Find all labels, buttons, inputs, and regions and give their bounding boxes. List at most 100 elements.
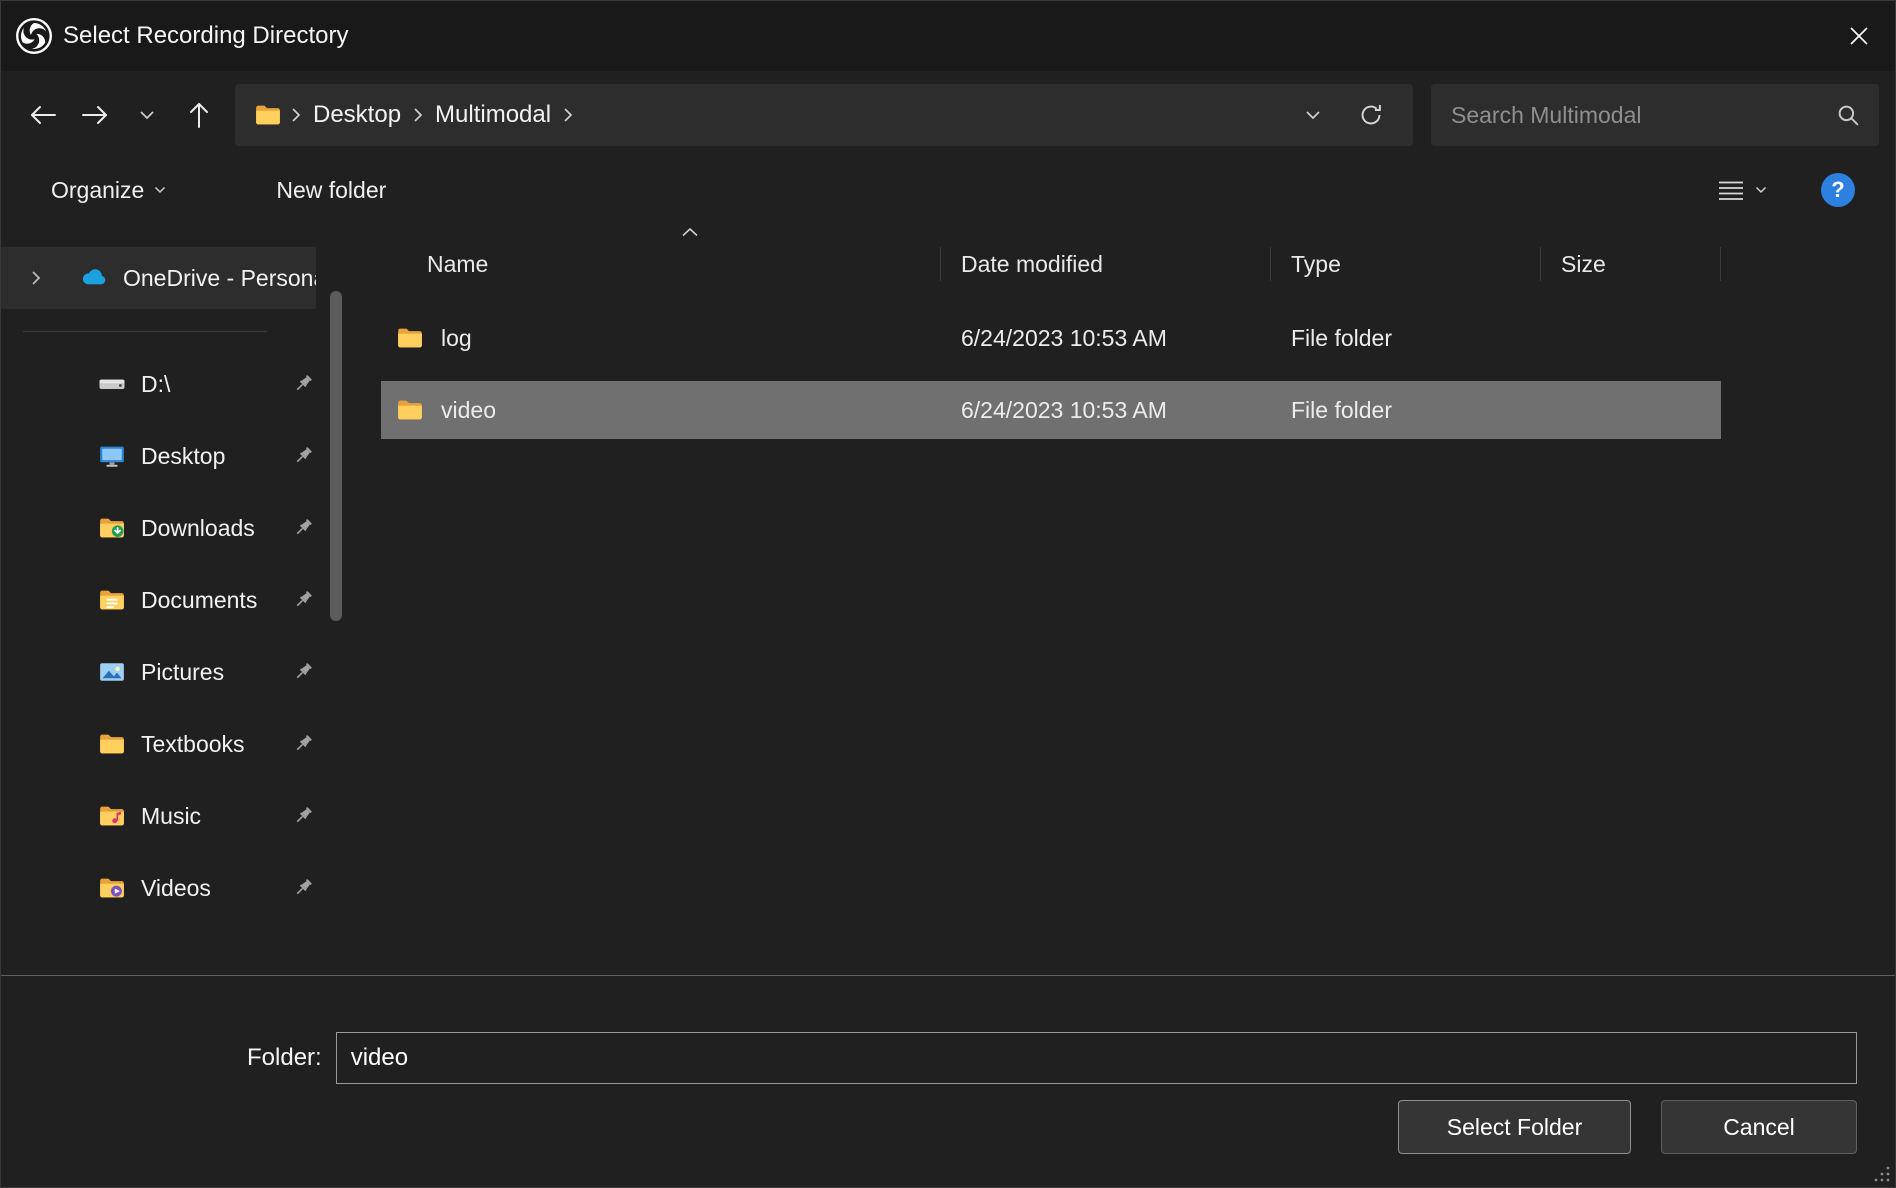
file-dialog-window: Select Recording Directory: [0, 0, 1896, 1188]
chevron-down-icon: [1755, 186, 1767, 194]
search-box: [1431, 84, 1879, 146]
refresh-icon: [1358, 102, 1384, 128]
sidebar-item-label: Pictures: [141, 659, 224, 686]
folder-icon: [97, 729, 127, 759]
column-header-size[interactable]: Size: [1541, 247, 1721, 281]
up-button[interactable]: [173, 87, 225, 143]
breadcrumb-item-multimodal[interactable]: Multimodal: [427, 97, 559, 133]
chevron-right-icon: [563, 107, 573, 123]
sidebar-item-documents[interactable]: Documents: [1, 564, 327, 636]
details-view-icon: [1717, 178, 1745, 202]
navigation-toolbar: Desktop Multimodal: [1, 71, 1895, 159]
file-row-video[interactable]: video 6/24/2023 10:53 AM File folder: [381, 381, 1721, 439]
file-date-cell: 6/24/2023 10:53 AM: [941, 397, 1271, 424]
sidebar-item-videos[interactable]: Videos: [1, 852, 327, 924]
sidebar-item-label: Music: [141, 803, 201, 830]
file-type-cell: File folder: [1271, 325, 1541, 352]
videos-folder-icon: [97, 873, 127, 903]
file-type-cell: File folder: [1271, 397, 1541, 424]
chevron-right-icon: [291, 107, 301, 123]
sidebar-item-label: Videos: [141, 875, 211, 902]
folder-icon: [253, 100, 283, 130]
sidebar-scrollbar[interactable]: [327, 221, 345, 975]
divider: [23, 331, 267, 332]
folder-label: Folder:: [247, 1044, 322, 1072]
documents-folder-icon: [97, 585, 127, 615]
sidebar-item-label: Textbooks: [141, 731, 245, 758]
arrow-up-icon: [188, 101, 210, 129]
file-name: log: [441, 325, 472, 352]
folder-icon: [395, 323, 425, 353]
search-input[interactable]: [1449, 101, 1825, 130]
resize-grip-icon[interactable]: [1873, 1165, 1891, 1183]
column-headers: Name Date modified Type Size: [381, 235, 1871, 293]
close-button[interactable]: [1823, 1, 1895, 71]
new-folder-label: New folder: [276, 177, 386, 204]
pin-icon[interactable]: [291, 372, 315, 396]
dialog-footer: Folder: Select Folder Cancel: [1, 975, 1895, 1187]
forward-button[interactable]: [69, 87, 121, 143]
select-folder-button[interactable]: Select Folder: [1398, 1100, 1631, 1154]
sidebar-item-label: Documents: [141, 587, 257, 614]
column-header-type[interactable]: Type: [1271, 247, 1541, 281]
file-date-cell: 6/24/2023 10:53 AM: [941, 325, 1271, 352]
chevron-down-icon: [139, 110, 155, 120]
sidebar-item-music[interactable]: Music: [1, 780, 327, 852]
pin-icon[interactable]: [291, 804, 315, 828]
arrow-left-icon: [29, 104, 57, 126]
file-name-cell: log: [381, 323, 941, 353]
sidebar-item-textbooks[interactable]: Textbooks: [1, 708, 327, 780]
scrollbar-thumb[interactable]: [330, 291, 342, 621]
chevron-right-icon[interactable]: [31, 270, 45, 286]
sidebar-item-pictures[interactable]: Pictures: [1, 636, 327, 708]
chevron-right-icon: [413, 107, 423, 123]
chevron-down-icon: [1305, 110, 1321, 120]
file-list-pane: Name Date modified Type Size log 6/24/20…: [345, 221, 1895, 975]
sidebar-item-desktop[interactable]: Desktop: [1, 420, 327, 492]
content-area: OneDrive - Personal D:\: [1, 221, 1895, 975]
cancel-button[interactable]: Cancel: [1661, 1100, 1857, 1154]
downloads-folder-icon: [97, 513, 127, 543]
pin-icon[interactable]: [291, 516, 315, 540]
breadcrumb-item-desktop[interactable]: Desktop: [305, 97, 409, 133]
sidebar-item-d-drive[interactable]: D:\: [1, 348, 327, 420]
pictures-icon: [97, 657, 127, 687]
file-name-cell: video: [381, 395, 941, 425]
file-name: video: [441, 397, 496, 424]
file-row-log[interactable]: log 6/24/2023 10:53 AM File folder: [381, 309, 1721, 367]
obs-logo-icon: [15, 17, 53, 55]
folder-icon: [395, 395, 425, 425]
navigation-pane: OneDrive - Personal D:\: [1, 221, 327, 975]
sidebar-item-label: Downloads: [141, 515, 255, 542]
help-button[interactable]: ?: [1821, 173, 1855, 207]
refresh-button[interactable]: [1347, 91, 1395, 139]
pin-icon[interactable]: [291, 876, 315, 900]
onedrive-cloud-icon: [79, 263, 109, 293]
folder-name-input[interactable]: [336, 1032, 1857, 1084]
pin-icon[interactable]: [291, 732, 315, 756]
desktop-icon: [97, 441, 127, 471]
address-bar[interactable]: Desktop Multimodal: [235, 84, 1413, 146]
new-folder-button[interactable]: New folder: [266, 169, 396, 212]
file-rows: log 6/24/2023 10:53 AM File folder video…: [381, 309, 1871, 439]
sidebar-item-downloads[interactable]: Downloads: [1, 492, 327, 564]
column-header-name[interactable]: Name: [381, 247, 941, 281]
back-button[interactable]: [17, 87, 69, 143]
search-icon[interactable]: [1835, 102, 1861, 128]
pin-icon[interactable]: [291, 444, 315, 468]
sidebar-item-label: Desktop: [141, 443, 225, 470]
address-dropdown-button[interactable]: [1289, 91, 1337, 139]
window-title: Select Recording Directory: [63, 22, 348, 50]
quick-access-list: D:\ Desktop: [1, 348, 327, 924]
chevron-down-icon: [154, 186, 166, 194]
view-options-button[interactable]: [1707, 170, 1777, 210]
recent-locations-button[interactable]: [121, 87, 173, 143]
sidebar-item-label: OneDrive - Personal: [123, 265, 316, 292]
column-header-date-modified[interactable]: Date modified: [941, 247, 1271, 281]
sort-ascending-icon: [681, 227, 699, 237]
pin-icon[interactable]: [291, 588, 315, 612]
sidebar-item-onedrive[interactable]: OneDrive - Personal: [1, 247, 316, 309]
help-icon: ?: [1831, 177, 1844, 203]
pin-icon[interactable]: [291, 660, 315, 684]
organize-button[interactable]: Organize: [41, 169, 176, 212]
